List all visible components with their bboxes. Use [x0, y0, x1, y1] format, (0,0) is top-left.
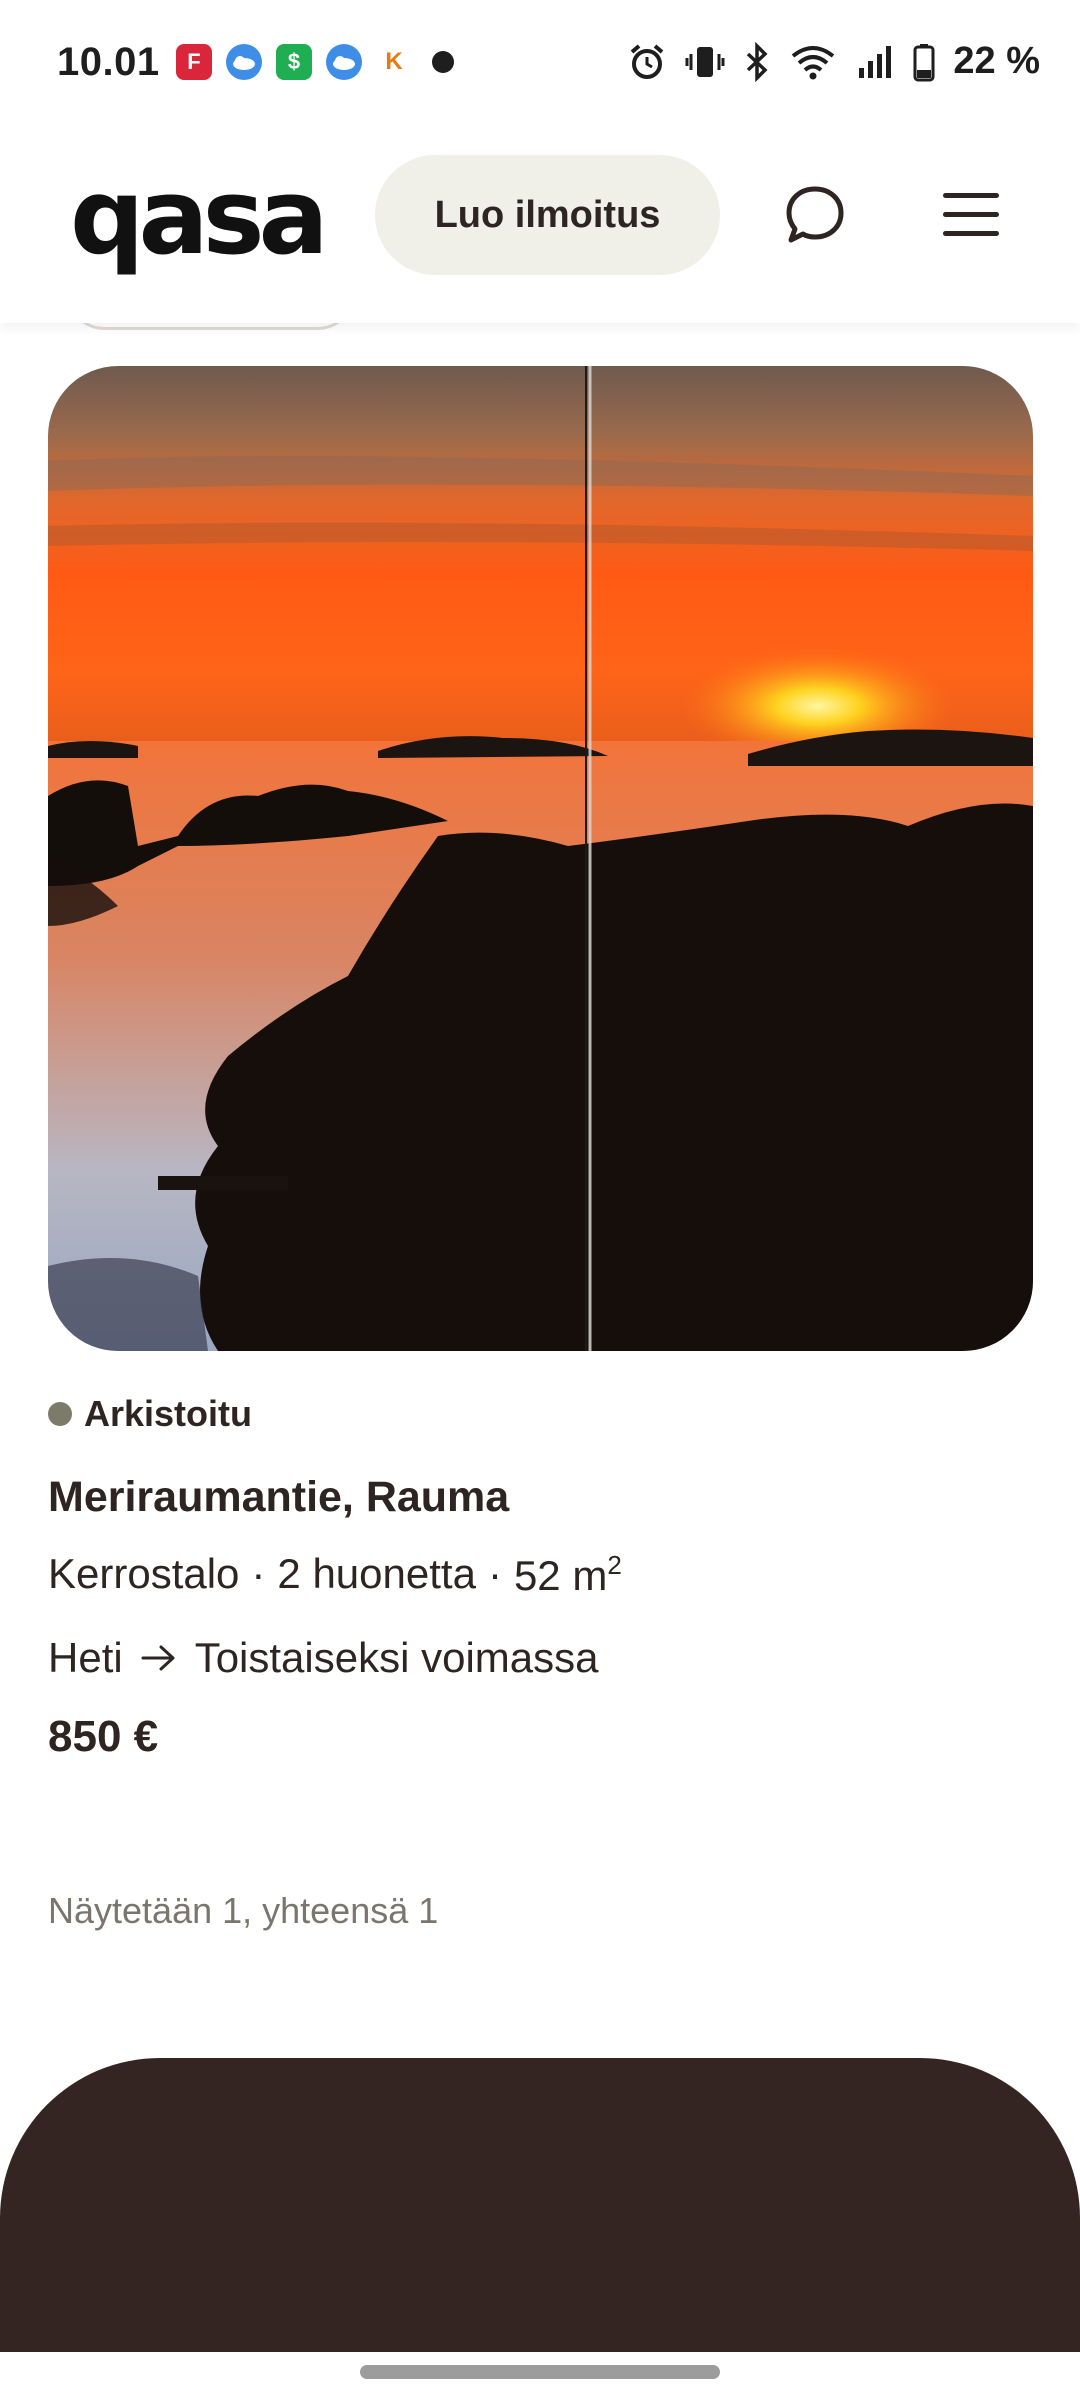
room-count: 2 huonetta [277, 1550, 476, 1597]
page-footer [0, 2058, 1080, 2358]
create-listing-button[interactable]: Luo ilmoitus [375, 155, 720, 275]
listing-size: 52 m2 [513, 1550, 622, 1599]
notification-icons: F $ K [176, 44, 454, 80]
listing-details: Kerrostalo · 2 huonetta · 52 m2 [48, 1550, 622, 1600]
bluetooth-icon [747, 41, 768, 82]
battery-icon [913, 43, 935, 81]
separator: · [251, 1550, 266, 1597]
listing-status: Arkistoitu [48, 1393, 252, 1435]
listing-dates: Heti Toistaiseksi voimassa [48, 1634, 599, 1682]
weather-icon [326, 44, 362, 80]
flipboard-icon: F [176, 44, 212, 80]
status-label: Arkistoitu [84, 1393, 253, 1434]
vibrate-icon [685, 46, 725, 77]
money-app-icon: $ [276, 44, 312, 80]
listing-price: 850 € [48, 1712, 159, 1761]
qasa-logo[interactable]: qasa [70, 165, 329, 269]
home-type: Kerrostalo [48, 1550, 240, 1597]
weather-icon [226, 44, 262, 80]
status-dot-icon [48, 1402, 72, 1426]
move-out-date: Toistaiseksi voimassa [194, 1634, 599, 1681]
results-count: Näytetään 1, yhteensä 1 [48, 1890, 439, 1931]
listing-photo[interactable] [48, 366, 1033, 1351]
dot-icon [432, 51, 454, 73]
app-header: qasa Luo ilmoitus [0, 125, 1080, 323]
wifi-icon [792, 45, 835, 79]
gesture-handle[interactable] [360, 2365, 720, 2379]
alarm-icon [631, 43, 664, 79]
hamburger-menu-icon[interactable] [935, 180, 1007, 250]
separator: · [487, 1550, 502, 1597]
k-store-icon: K [385, 48, 403, 75]
status-bar: 10.01 F $ K 22 % [0, 0, 1080, 125]
chat-bubble-icon[interactable] [780, 180, 850, 250]
battery-percent: 22 % [953, 40, 1040, 82]
move-in-date: Heti [48, 1634, 123, 1681]
arrow-right-icon [141, 1645, 175, 1671]
sunset-photo [48, 366, 1033, 1351]
system-icons: 22 % [627, 40, 1040, 83]
listing-title[interactable]: Meriraumantie, Rauma [48, 1473, 509, 1522]
signal-icon [859, 45, 892, 78]
status-time: 10.01 [57, 40, 160, 84]
